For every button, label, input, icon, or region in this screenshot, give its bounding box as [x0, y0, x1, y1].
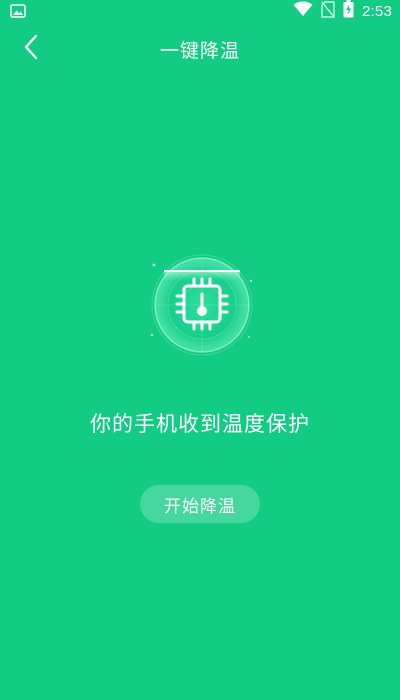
no-sim-icon: [321, 0, 335, 22]
title-bar: 一键降温: [0, 22, 400, 74]
screen: 2:53 一键降温 你的手机收到温度保护 开始降温: [0, 0, 400, 700]
status-message: 你的手机收到温度保护: [90, 412, 310, 436]
status-time: 2:53: [362, 2, 392, 20]
cpu-thermometer-icon: [175, 277, 229, 331]
start-cooling-button[interactable]: 开始降温: [140, 485, 260, 523]
status-bar: 2:53: [0, 0, 400, 22]
status-icons: 2:53: [293, 0, 392, 22]
image-icon: [10, 3, 26, 18]
wifi-icon: [293, 1, 313, 21]
battery-charging-icon: [343, 0, 354, 22]
radar-graphic: [150, 253, 254, 357]
page-title: 一键降温: [159, 40, 240, 62]
